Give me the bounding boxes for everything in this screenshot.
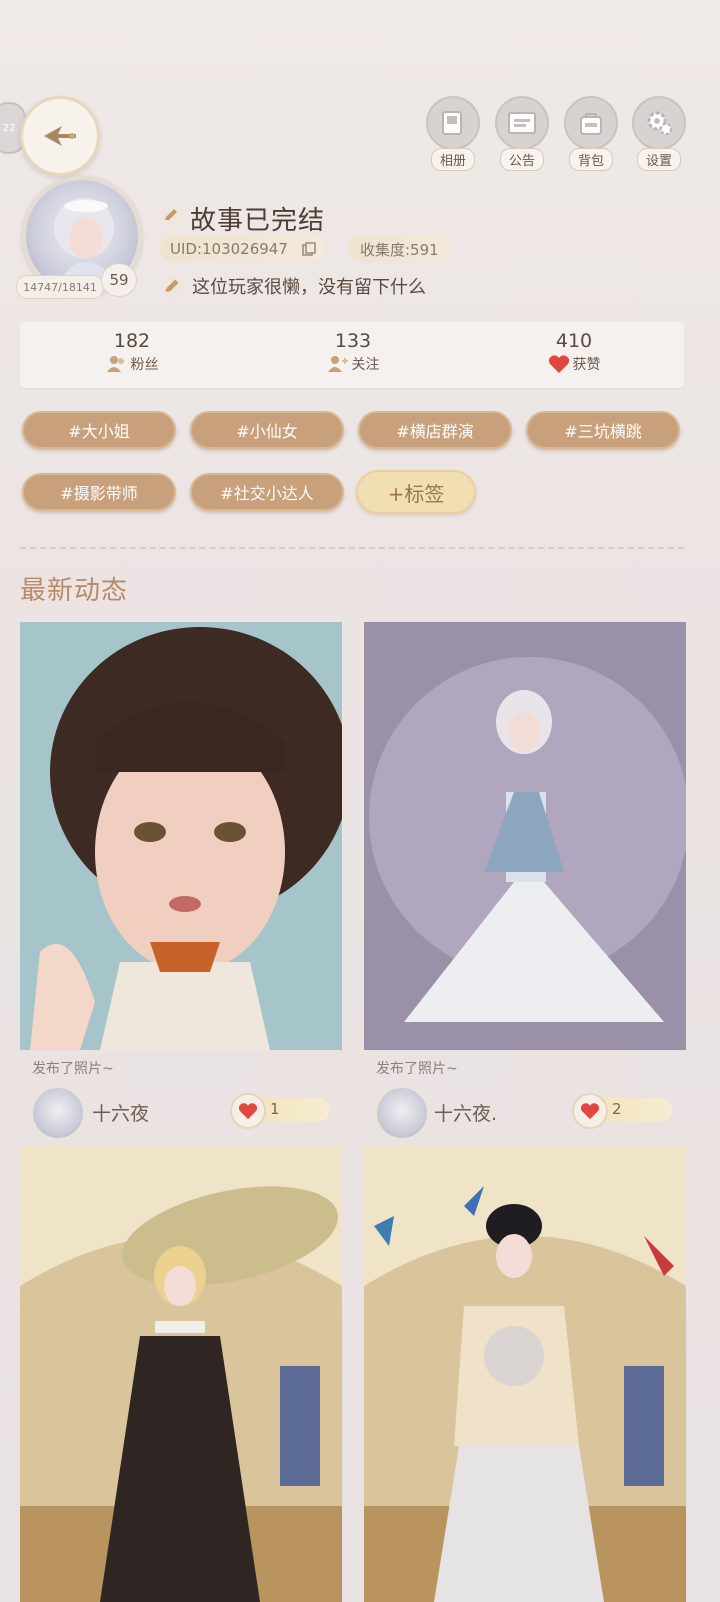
fans-label: 粉丝	[130, 357, 159, 373]
add-tag-button[interactable]: +标签	[356, 470, 476, 514]
stat-fans[interactable]: 182 粉丝	[62, 330, 202, 374]
likes-count: 410	[555, 330, 593, 352]
level-badge: 59	[101, 263, 137, 297]
following-icon	[327, 356, 348, 372]
heart-icon	[580, 1103, 600, 1120]
post-photo[interactable]	[20, 622, 342, 1050]
stat-following[interactable]: 133 关注	[283, 330, 423, 374]
tag-item[interactable]: #社交小达人	[190, 473, 344, 511]
post-caption: 发布了照片~	[32, 1061, 114, 1077]
heart-icon	[238, 1103, 258, 1120]
post-photo[interactable]	[364, 622, 686, 1050]
divider	[20, 547, 684, 549]
settings-label: 设置	[636, 148, 681, 171]
bag-button[interactable]: 背包	[564, 96, 618, 171]
uid-badge: UID:103026947	[160, 236, 326, 262]
photo-portrait	[364, 1146, 686, 1602]
settings-icon	[647, 111, 672, 135]
tag-item[interactable]: #小仙女	[190, 411, 344, 449]
uid-text: UID:103026947	[170, 240, 288, 258]
tag-item[interactable]: #大小姐	[22, 411, 176, 449]
like-button[interactable]: 2	[572, 1093, 672, 1129]
notice-icon	[508, 112, 536, 134]
post-avatar[interactable]	[374, 1085, 430, 1141]
album-label: 相册	[430, 148, 475, 171]
like-button[interactable]: 1	[230, 1093, 330, 1129]
album-icon	[442, 111, 462, 135]
post-username[interactable]: 十六夜.	[434, 1099, 497, 1126]
photo-portrait	[20, 1146, 342, 1602]
notice-label: 公告	[499, 148, 544, 171]
photo-portrait	[364, 622, 686, 1050]
post-username[interactable]: 十六夜	[92, 1099, 149, 1126]
profile-name: 故事已完结	[190, 206, 326, 236]
post-caption: 发布了照片~	[376, 1061, 458, 1077]
notice-button[interactable]: 公告	[495, 96, 549, 171]
following-count: 133	[334, 330, 372, 352]
edit-bio-icon[interactable]	[160, 274, 184, 298]
bag-icon	[580, 113, 602, 135]
back-arrow-icon	[44, 126, 76, 146]
album-button[interactable]: 相册	[426, 96, 480, 171]
edit-name-icon[interactable]	[160, 204, 182, 226]
tag-item[interactable]: #三坑横跳	[526, 411, 680, 449]
stat-likes[interactable]: 410 获赞	[504, 330, 644, 374]
post-photo[interactable]	[364, 1146, 686, 1602]
like-count: 2	[612, 1100, 622, 1118]
photo-portrait	[20, 622, 342, 1050]
exp-counter: 14747/18141	[16, 275, 104, 299]
settings-button[interactable]: 设置	[632, 96, 686, 171]
stats-panel: 182 粉丝 133 关注 410 获赞	[20, 322, 684, 388]
heart-icon	[548, 355, 569, 373]
tag-item[interactable]: #摄影带师	[22, 473, 176, 511]
collection-badge: 收集度:591	[348, 236, 451, 262]
fans-icon	[106, 356, 124, 372]
post-avatar[interactable]	[30, 1085, 86, 1141]
tag-item[interactable]: #横店群演	[358, 411, 512, 449]
post-photo[interactable]	[20, 1146, 342, 1602]
fans-count: 182	[113, 330, 151, 352]
likes-label: 获赞	[572, 357, 601, 373]
copy-icon[interactable]	[302, 242, 316, 256]
bag-label: 背包	[568, 148, 613, 171]
section-title: 最新动态	[20, 576, 129, 606]
following-label: 关注	[351, 357, 380, 373]
profile-bio: 这位玩家很懒，没有留下什么	[192, 277, 426, 298]
like-count: 1	[270, 1100, 280, 1118]
back-button[interactable]	[20, 96, 100, 176]
